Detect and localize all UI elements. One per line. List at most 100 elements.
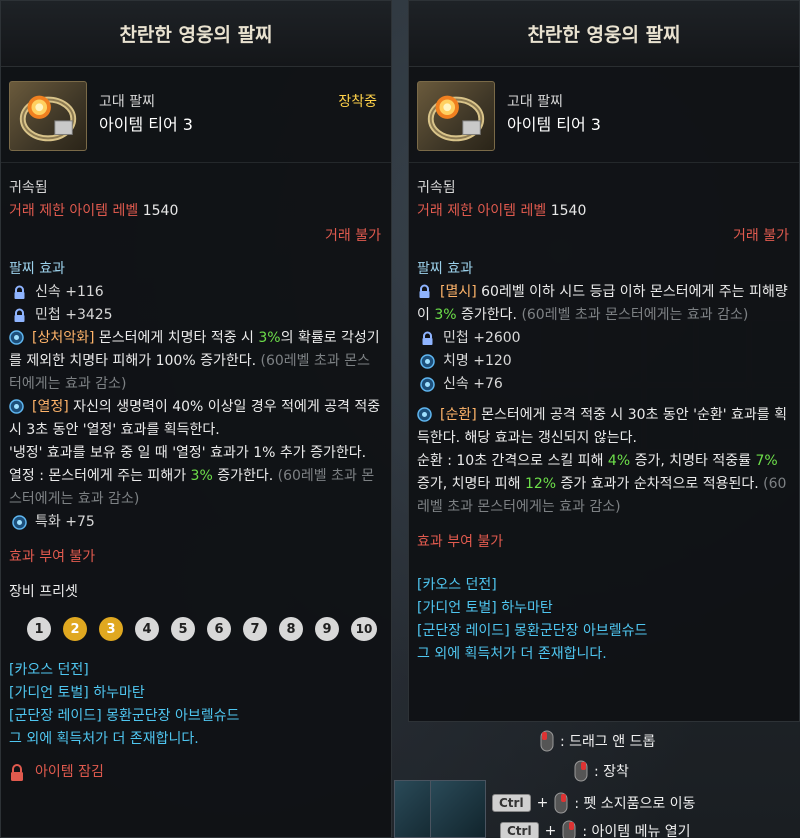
swirl-icon bbox=[417, 407, 432, 422]
source-item: [가디언 토벌] 하누마탄 bbox=[417, 600, 553, 616]
source-item: [군단장 레이드] 몽환군단장 아브렐슈드 bbox=[9, 708, 240, 724]
no-enchant-label: 효과 부여 불가 bbox=[9, 549, 96, 565]
trade-level-line: 거래 제한 아이템 레벨 1540 bbox=[9, 200, 381, 223]
item-type-label: 고대 팔찌 bbox=[507, 94, 563, 110]
mouse-right-click-icon bbox=[562, 820, 576, 838]
trade-level-label: 거래 제한 아이템 레벨 bbox=[417, 203, 547, 219]
no-enchant-label: 효과 부여 불가 bbox=[417, 534, 504, 550]
effect-tag: [열정] bbox=[32, 399, 69, 415]
effect-text: 순환 : 10초 간격으로 스킬 피해 bbox=[417, 453, 608, 469]
effect-value: 3% bbox=[190, 468, 213, 484]
item-tier-label: 아이템 티어 3 bbox=[99, 115, 193, 134]
bracelet-item-icon bbox=[9, 81, 87, 151]
trade-level-value: 1540 bbox=[550, 203, 587, 219]
swirl-icon bbox=[9, 399, 24, 414]
preset-4[interactable]: 4 bbox=[135, 617, 159, 641]
preset-7[interactable]: 7 bbox=[243, 617, 267, 641]
effect-tag: [순환] bbox=[440, 407, 477, 423]
item-lock-label: 아이템 잠김 bbox=[35, 764, 104, 780]
stat-text: 민첩 +3425 bbox=[35, 307, 113, 323]
effect-text: '냉정' 효과를 보유 중 일 때 '열정' 효과가 1% 추가 증가한다. bbox=[9, 445, 367, 461]
bracelet-item-icon bbox=[417, 81, 495, 151]
preset-9[interactable]: 9 bbox=[315, 617, 339, 641]
effect-value: 4% bbox=[607, 453, 631, 469]
effect-text: 증가, 치명타 적중률 bbox=[630, 453, 756, 469]
item-header: 고대 팔찌 아이템 티어 3 bbox=[409, 67, 799, 163]
inventory-slot-thumbnail[interactable] bbox=[430, 780, 486, 838]
effect-detail: 열정 : 몬스터에게 주는 피해가 3% 증가한다. (60레벨 초과 몬스터에… bbox=[9, 465, 381, 511]
stat-line: 민첩 +3425 bbox=[9, 304, 381, 327]
swirl-icon bbox=[420, 354, 435, 369]
mouse-right-click-icon bbox=[554, 792, 568, 814]
preset-1[interactable]: 1 bbox=[27, 617, 51, 641]
hint-item-menu: Ctrl + : 아이템 메뉴 열기 bbox=[500, 820, 691, 838]
stat-line: 신속 +116 bbox=[9, 281, 381, 304]
effect-text: 증가한다. bbox=[456, 307, 522, 323]
effect-value: 12% bbox=[524, 476, 557, 492]
effect-value: 7% bbox=[755, 453, 778, 469]
mouse-right-click-icon bbox=[574, 760, 588, 782]
stat-line: 특화 +75 bbox=[9, 511, 381, 534]
hint-drag: : 드래그 앤 드롭 bbox=[540, 730, 655, 752]
acquisition-sources: [카오스 던전] [가디언 토벌] 하누마탄 [군단장 레이드] 몽환군단장 아… bbox=[9, 659, 381, 751]
effect-text: 몬스터에게 치명타 적중 시 bbox=[94, 330, 259, 346]
lock-icon bbox=[14, 308, 25, 322]
hint-move-pet: Ctrl + : 펫 소지품으로 이동 bbox=[492, 792, 695, 814]
effect-text: 증가 효과가 순차적으로 적용된다. bbox=[556, 476, 764, 492]
stat-text: 민첩 +2600 bbox=[443, 330, 521, 346]
source-item: [군단장 레이드] 몽환군단장 아브렐슈드 bbox=[417, 623, 648, 639]
hint-equip: : 장착 bbox=[574, 760, 629, 782]
source-item: [가디언 토벌] 하누마탄 bbox=[9, 685, 145, 701]
no-trade-label: 거래 불가 bbox=[325, 228, 381, 244]
preset-10[interactable]: 10 bbox=[351, 617, 377, 641]
effect-tag: [상처악화] bbox=[32, 330, 95, 346]
trade-level-line: 거래 제한 아이템 레벨 1540 bbox=[417, 200, 789, 223]
item-header: 고대 팔찌 아이템 티어 3 장착중 bbox=[1, 67, 391, 163]
mouse-left-click-icon bbox=[540, 730, 554, 752]
source-more: 그 외에 획득처가 더 존재합니다. bbox=[417, 646, 607, 662]
stat-text: 신속 +116 bbox=[35, 284, 104, 300]
lock-icon bbox=[422, 331, 433, 345]
swirl-icon bbox=[420, 377, 435, 392]
equipment-preset-title: 장비 프리셋 bbox=[9, 584, 78, 600]
bracelet-effects-title: 팔찌 효과 bbox=[9, 261, 65, 277]
hint-equip-text: : 장착 bbox=[594, 764, 629, 780]
swirl-icon bbox=[12, 515, 27, 530]
padlock-icon bbox=[11, 763, 23, 781]
acquisition-sources: [카오스 던전] [가디언 토벌] 하누마탄 [군단장 레이드] 몽환군단장 아… bbox=[417, 574, 789, 666]
item-tier-label: 아이템 티어 3 bbox=[507, 115, 601, 134]
effect-detail: 순환 : 10초 간격으로 스킬 피해 4% 증가, 치명타 적중률 7% 증가… bbox=[417, 450, 789, 519]
effect-text: 열정 : 몬스터에게 주는 피해가 bbox=[9, 468, 191, 484]
preset-8[interactable]: 8 bbox=[279, 617, 303, 641]
ctrl-key: Ctrl bbox=[500, 822, 539, 838]
stat-line: 신속 +76 bbox=[417, 373, 789, 396]
bound-status: 귀속됨 bbox=[9, 180, 48, 196]
tooltip-body: 귀속됨 거래 제한 아이템 레벨 1540 거래 불가 팔찌 효과 [멸시] 6… bbox=[409, 177, 799, 666]
preset-6[interactable]: 6 bbox=[207, 617, 231, 641]
no-trade-label: 거래 불가 bbox=[733, 228, 789, 244]
special-effect: [상처악화] 몬스터에게 치명타 적중 시 3%의 확률로 각성기를 제외한 치… bbox=[9, 327, 381, 396]
hint-move-pet-text: : 펫 소지품으로 이동 bbox=[574, 796, 696, 812]
preset-2[interactable]: 2 bbox=[63, 617, 87, 641]
item-tooltip-compare: 찬란한 영웅의 팔찌 고대 팔찌 아이템 티어 3 귀속됨 거래 제한 아이템 … bbox=[408, 0, 800, 722]
bracelet-effects-title: 팔찌 효과 bbox=[417, 261, 473, 277]
special-effect: [멸시] 60레벨 이하 시드 등급 이하 몬스터에게 주는 피해량이 3% 증… bbox=[417, 281, 789, 327]
source-more: 그 외에 획득처가 더 존재합니다. bbox=[9, 731, 199, 747]
preset-3[interactable]: 3 bbox=[99, 617, 123, 641]
effect-text: 증가, 치명타 피해 bbox=[417, 476, 525, 492]
item-name-title: 찬란한 영웅의 팔찌 bbox=[409, 1, 799, 67]
stat-line: 민첩 +2600 bbox=[417, 327, 789, 350]
preset-5[interactable]: 5 bbox=[171, 617, 195, 641]
effect-note: (60레벨 초과 몬스터에게는 효과 감소) bbox=[521, 307, 749, 323]
equipped-badge: 장착중 bbox=[338, 94, 377, 110]
stat-text: 치명 +120 bbox=[443, 353, 512, 369]
item-name-title: 찬란한 영웅의 팔찌 bbox=[1, 1, 391, 67]
tooltip-body: 귀속됨 거래 제한 아이템 레벨 1540 거래 불가 팔찌 효과 신속 +11… bbox=[1, 177, 391, 784]
effect-text: 증가한다. bbox=[212, 468, 278, 484]
lock-icon bbox=[14, 285, 25, 299]
plus-sign: + bbox=[544, 823, 557, 838]
hint-drag-text: : 드래그 앤 드롭 bbox=[560, 734, 656, 750]
item-type-label: 고대 팔찌 bbox=[99, 94, 155, 110]
source-item: [카오스 던전] bbox=[417, 577, 497, 593]
special-effect: [열정] 자신의 생명력이 40% 이상일 경우 적에게 공격 적중 시 3초 … bbox=[9, 396, 381, 442]
